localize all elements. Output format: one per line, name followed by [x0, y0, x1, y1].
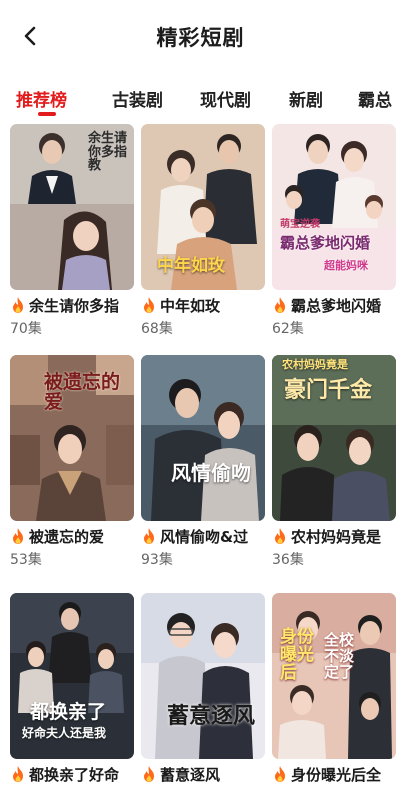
fire-icon	[144, 766, 154, 782]
drama-card[interactable]: 都换亲了 好命夫人还是我 都换亲了好命	[10, 593, 134, 785]
tab-ceo[interactable]: 霸总	[358, 86, 392, 111]
drama-title: 中年如玫	[160, 296, 221, 315]
poster-subtitle: 超能妈咪	[324, 259, 368, 272]
tab-recommend[interactable]: 推荐榜	[16, 86, 67, 111]
drama-title: 被遗忘的爱	[29, 527, 105, 546]
tab-costume[interactable]: 古装剧	[112, 86, 163, 111]
poster-tag: 农村妈妈竟是	[282, 358, 348, 371]
drama-poster[interactable]: 萌宝逆袭 霸总爹地闪婚 超能妈咪	[272, 124, 396, 290]
episode-count: 36集	[272, 552, 304, 568]
drama-poster[interactable]: 风情偷吻	[141, 355, 265, 521]
drama-title: 都换亲了好命	[29, 765, 120, 784]
episode-count: 70集	[10, 321, 42, 337]
poster-tag: 萌宝逆袭	[280, 219, 320, 230]
page-title: 精彩短剧	[156, 26, 245, 50]
drama-card[interactable]: 风情偷吻 风情偷吻&过 93集	[141, 355, 265, 569]
poster-title: 蓄意逐风	[167, 703, 256, 729]
drama-poster[interactable]: 余生请你多指教	[10, 124, 134, 290]
app-header: 精彩短剧	[0, 0, 401, 72]
drama-poster[interactable]: 身份曝光后 全校不淡定了	[272, 593, 396, 759]
drama-title: 霸总爹地闪婚	[291, 296, 382, 315]
drama-title: 风情偷吻&过	[160, 527, 249, 546]
fire-icon	[275, 766, 285, 782]
drama-card[interactable]: 中年如玫 中年如玫 68集	[141, 124, 265, 338]
drama-poster[interactable]: 蓄意逐风	[141, 593, 265, 759]
fire-icon	[13, 297, 23, 313]
drama-card[interactable]: 被遗忘的爱 被遗忘的爱 53集	[10, 355, 134, 569]
poster-subtitle: 好命夫人还是我	[22, 726, 107, 740]
drama-poster[interactable]: 农村妈妈竟是 豪门千金	[272, 355, 396, 521]
fire-icon	[13, 528, 23, 544]
fire-icon	[13, 766, 23, 782]
fire-icon	[144, 528, 154, 544]
poster-title: 被遗忘的爱	[44, 371, 121, 413]
category-tabs: 推荐榜 古装剧 现代剧 新剧 霸总	[0, 72, 401, 122]
episode-count: 68集	[141, 321, 173, 337]
fire-icon	[275, 297, 285, 313]
fire-icon	[144, 297, 154, 313]
drama-grid: 余生请你多指教 余生请你多指 70集 中年如玫 中年如玫 68集 萌宝逆袭 霸总…	[0, 122, 401, 790]
drama-title: 农村妈妈竟是	[291, 527, 382, 546]
tab-modern[interactable]: 现代剧	[200, 86, 251, 111]
active-tab-indicator	[38, 112, 56, 116]
poster-title: 都换亲了	[30, 701, 107, 723]
drama-card[interactable]: 身份曝光后 全校不淡定了 身份曝光后全	[272, 593, 396, 785]
drama-poster[interactable]: 中年如玫	[141, 124, 265, 290]
drama-poster[interactable]: 都换亲了 好命夫人还是我	[10, 593, 134, 759]
fire-icon	[275, 528, 285, 544]
drama-card[interactable]: 蓄意逐风 蓄意逐风	[141, 593, 265, 785]
poster-title: 豪门千金	[284, 377, 373, 403]
drama-title: 身份曝光后全	[291, 765, 382, 784]
drama-card[interactable]: 余生请你多指教 余生请你多指 70集	[10, 124, 134, 338]
drama-card[interactable]: 农村妈妈竟是 豪门千金 农村妈妈竟是 36集	[272, 355, 396, 569]
drama-card[interactable]: 萌宝逆袭 霸总爹地闪婚 超能妈咪 霸总爹地闪婚 62集	[272, 124, 396, 338]
poster-title: 余生请你多指教	[88, 131, 128, 174]
drama-title: 余生请你多指	[29, 296, 120, 315]
drama-title: 蓄意逐风	[160, 765, 221, 784]
episode-count: 93集	[141, 552, 173, 568]
poster-title: 霸总爹地闪婚	[280, 234, 371, 252]
tab-new[interactable]: 新剧	[289, 86, 323, 111]
episode-count: 53集	[10, 552, 42, 568]
poster-subtitle: 全校不淡定了	[324, 631, 355, 681]
poster-title: 中年如玫	[157, 256, 225, 277]
poster-title: 风情偷吻	[171, 461, 251, 485]
drama-poster[interactable]: 被遗忘的爱	[10, 355, 134, 521]
episode-count: 62集	[272, 321, 304, 337]
poster-title: 身份曝光后	[280, 627, 314, 683]
